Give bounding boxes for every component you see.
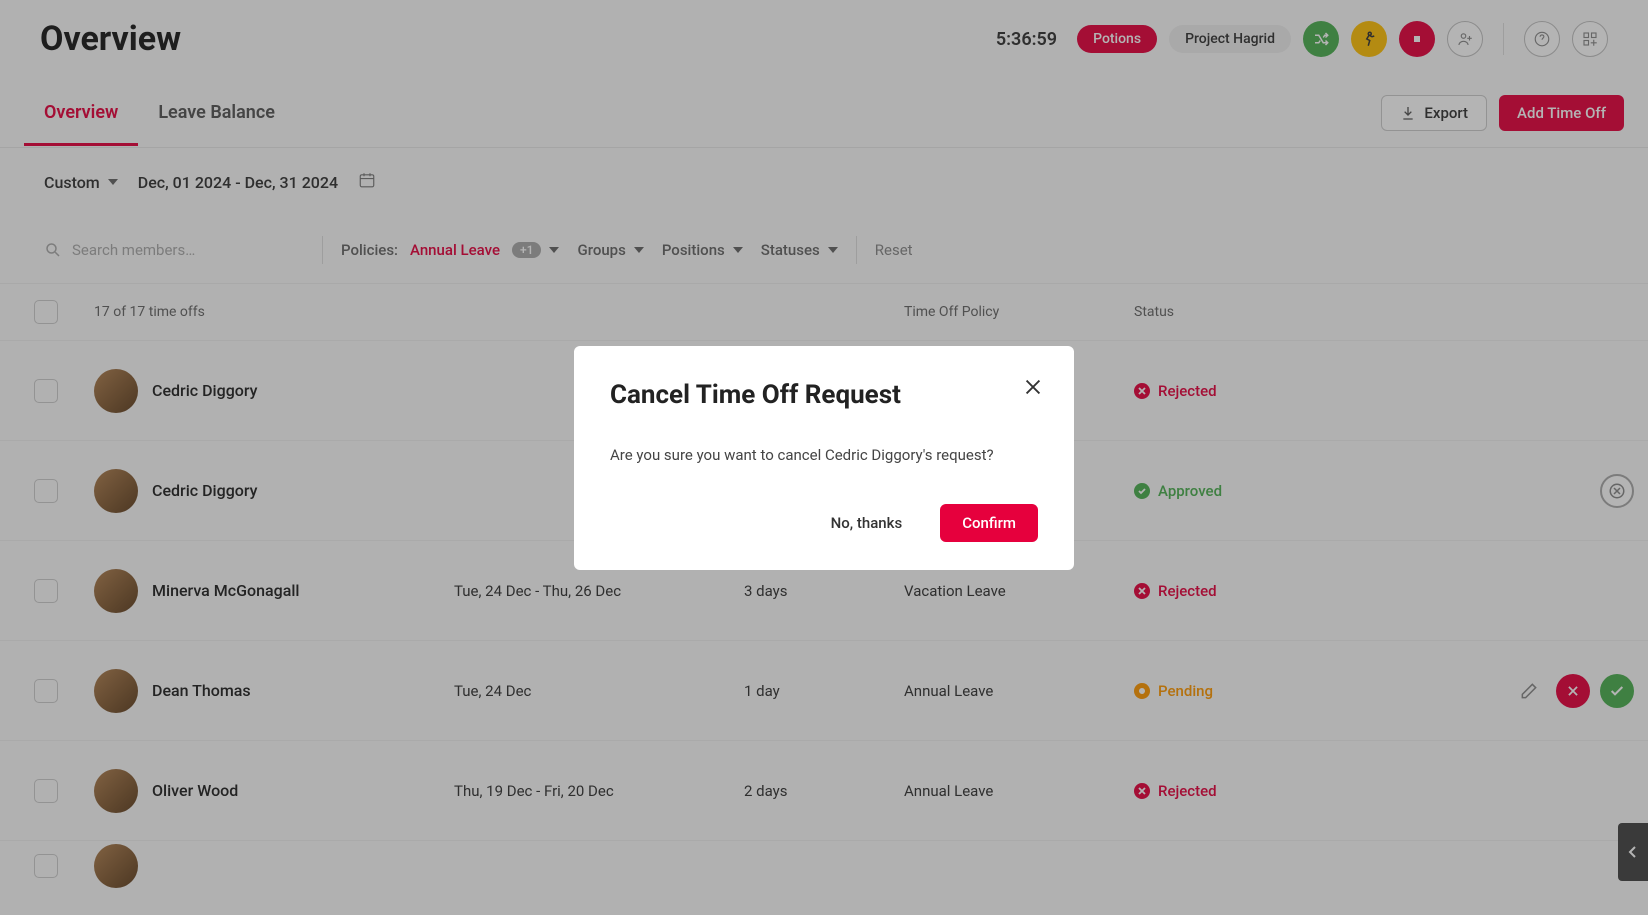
cancel-time-off-modal: Cancel Time Off Request Are you sure you… — [574, 346, 1074, 570]
no-thanks-button[interactable]: No, thanks — [809, 504, 925, 542]
app-root: Overview 5:36:59 Potions Project Hagrid — [0, 0, 1648, 915]
close-icon[interactable] — [1022, 376, 1044, 402]
modal-overlay[interactable]: Cancel Time Off Request Are you sure you… — [0, 0, 1648, 915]
modal-title: Cancel Time Off Request — [610, 380, 1038, 410]
modal-body: Are you sure you want to cancel Cedric D… — [610, 446, 1038, 464]
modal-footer: No, thanks Confirm — [610, 504, 1038, 542]
confirm-button[interactable]: Confirm — [940, 504, 1038, 542]
